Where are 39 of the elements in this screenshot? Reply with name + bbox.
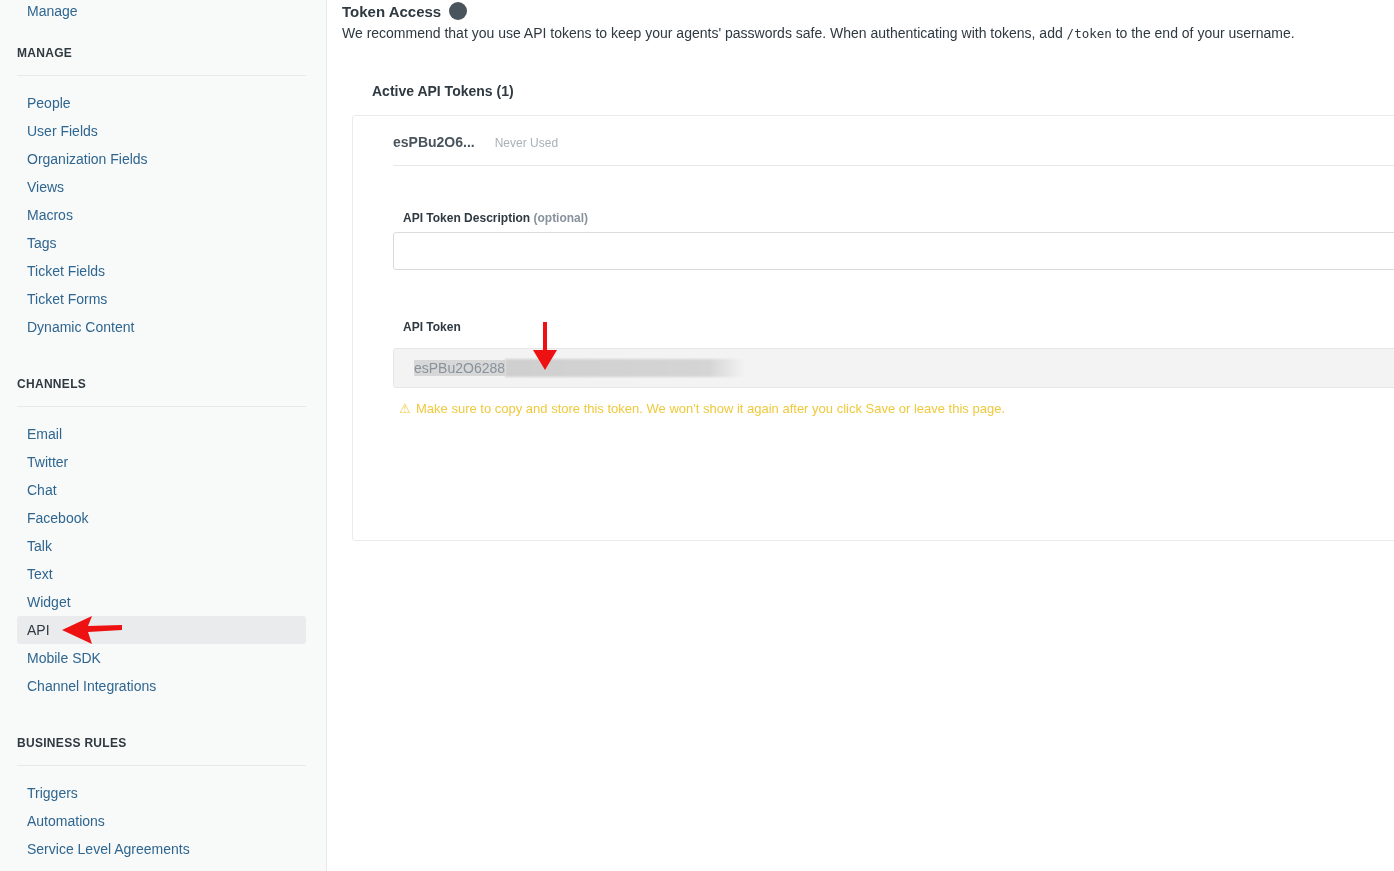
sidebar-item[interactable]: Mobile SDK bbox=[17, 644, 306, 672]
field-label: API Token Description (optional) bbox=[403, 211, 589, 225]
sidebar-item[interactable]: Widget bbox=[17, 588, 306, 616]
sidebar-item[interactable]: Email bbox=[17, 420, 306, 448]
annotation-arrow bbox=[530, 322, 560, 370]
sidebar-item[interactable]: API bbox=[17, 616, 306, 644]
sidebar-item[interactable]: Service Level Agreements bbox=[17, 835, 306, 863]
intro-text: We recommend that you use API tokens to keep your agents' passwords safe. When authenticating with tokens, add /token to the end of your username. bbox=[342, 24, 1296, 43]
sidebar-item[interactable]: Automations bbox=[17, 807, 306, 835]
page-heading: Token Access bbox=[342, 2, 442, 20]
sidebar-item[interactable]: Dynamic Content bbox=[17, 313, 306, 341]
token-usage: Never Used bbox=[494, 136, 559, 150]
sidebar-item[interactable]: Facebook bbox=[17, 504, 306, 532]
sidebar-item[interactable]: Channel Integrations bbox=[17, 672, 306, 700]
sidebar-item[interactable]: Ticket Fields bbox=[17, 257, 306, 285]
sidebar-item[interactable]: People bbox=[17, 89, 306, 117]
sidebar-item[interactable]: Views bbox=[17, 173, 306, 201]
sidebar-item[interactable]: Twitter bbox=[17, 448, 306, 476]
sidebar-item[interactable]: Macros bbox=[17, 201, 306, 229]
section-heading: CHANNELS bbox=[17, 377, 306, 407]
section-heading: MANAGE bbox=[17, 46, 306, 76]
warning-icon: ⚠ bbox=[399, 401, 411, 416]
nav-link[interactable]: Manage bbox=[27, 2, 306, 20]
section-title: Active API Tokens (1) bbox=[372, 83, 515, 99]
sidebar-item[interactable]: User Fields bbox=[17, 117, 306, 145]
sidebar-item[interactable]: Ticket Forms bbox=[17, 285, 306, 313]
sidebar-item[interactable]: Organization Fields bbox=[17, 145, 306, 173]
field-label: API Token bbox=[403, 320, 461, 334]
sidebar-item[interactable]: Talk bbox=[17, 532, 306, 560]
sidebar-item[interactable]: Chat bbox=[17, 476, 306, 504]
sidebar-item[interactable]: Text bbox=[17, 560, 306, 588]
section-heading: BUSINESS RULES bbox=[17, 736, 306, 766]
input-field[interactable] bbox=[393, 232, 1394, 270]
annotation-arrow bbox=[62, 616, 122, 644]
sidebar-item[interactable]: Triggers bbox=[17, 779, 306, 807]
sidebar-item[interactable]: Tags bbox=[17, 229, 306, 257]
help-icon[interactable] bbox=[449, 2, 468, 20]
warning-text: Make sure to copy and store this token. We won't show it again after you click Save or leave this page. bbox=[416, 401, 1005, 416]
token-name[interactable]: esPBu2O6... bbox=[393, 134, 475, 150]
